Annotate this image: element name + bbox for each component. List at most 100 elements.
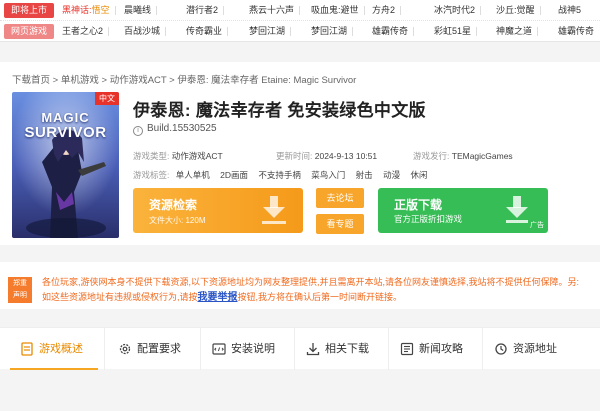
type-label: 游戏类型: xyxy=(133,151,170,161)
top-links-bar: 即将上市 黑神话:悟空 晨曦线 潜行者2 燕云十六声 吸血鬼:避世 方舟2 冰汽… xyxy=(0,0,600,42)
tag-link[interactable]: 动漫 xyxy=(383,170,400,180)
top-link-item[interactable]: 王者之心2 xyxy=(62,21,110,42)
official-download-sub: 官方正版折扣游戏 xyxy=(394,214,463,224)
resource-search-button[interactable]: 资源检索 文件大小: 120M xyxy=(133,188,303,233)
top-link-item[interactable]: 燕云十六声 xyxy=(249,0,301,21)
breadcrumb-separator: > xyxy=(166,75,178,86)
disclaimer-notice: 郑重 声明 各位玩家,游侠网本身不提供下载资源,以下资源地址均为网友整理提供,并… xyxy=(0,262,600,309)
tag-link[interactable]: 休闲 xyxy=(410,170,427,180)
tag-link[interactable]: 单人单机 xyxy=(176,170,210,180)
top-link-item[interactable]: 黑神话:悟空 xyxy=(62,0,116,21)
disclaimer-badge: 郑重 声明 xyxy=(8,277,32,303)
tab-divider xyxy=(482,328,483,370)
tab-resource-links[interactable]: 资源地址 xyxy=(494,328,557,370)
game-cover-image[interactable]: 中文 MAGIC SURVIVOR xyxy=(12,92,119,238)
active-tab-indicator xyxy=(10,368,98,370)
tab-requirements[interactable]: 配置要求 xyxy=(118,328,181,370)
breadcrumb-separator: > xyxy=(98,75,110,86)
code-icon xyxy=(212,343,226,355)
file-size-value: 120M xyxy=(185,216,206,225)
news-icon xyxy=(400,342,414,356)
download-arrow-icon xyxy=(506,196,528,223)
disclaimer-badge-line1: 郑重 xyxy=(13,280,27,287)
update-time: 更新时间: 2024-9-13 10:51 xyxy=(276,150,377,162)
tab-label: 相关下载 xyxy=(325,343,369,355)
tab-related-downloads[interactable]: 相关下载 xyxy=(306,328,369,370)
game-detail-card: 下载首页 > 单机游戏 > 动作游戏ACT > 伊泰恩: 魔法幸存者 Etain… xyxy=(0,62,600,245)
info-icon: i xyxy=(133,126,143,136)
breadcrumb-separator: > xyxy=(50,75,61,86)
tab-label: 资源地址 xyxy=(513,343,557,355)
disclaimer-text-after: 按钮,我方将在确认后第一时间断开链接。 xyxy=(237,292,403,302)
breadcrumb-current: 伊泰恩: 魔法幸存者 Etaine: Magic Survivor xyxy=(177,75,357,86)
game-type: 游戏类型: 动作游戏ACT xyxy=(133,150,223,162)
time-value: 2024-9-13 10:51 xyxy=(314,151,378,161)
top-link-item[interactable]: 彩虹51星 xyxy=(434,21,478,42)
tag-link[interactable]: 射击 xyxy=(356,170,373,180)
top-link-item[interactable]: 传奇霸业 xyxy=(186,21,229,42)
breadcrumb-single-games[interactable]: 单机游戏 xyxy=(61,75,99,86)
forum-button[interactable]: 去论坛 xyxy=(316,188,364,208)
tab-label: 新闻攻略 xyxy=(419,343,463,355)
top-link-item[interactable]: 吸血鬼:避世 xyxy=(311,0,364,21)
cover-title-line2: SURVIVOR xyxy=(24,124,107,141)
webgames-tag[interactable]: 网页游戏 xyxy=(4,24,54,39)
content-tabs: 游戏概述 配置要求 安装说明 相关下载 新闻攻略 资源地址 xyxy=(0,327,600,370)
tab-overview[interactable]: 游戏概述 xyxy=(20,328,83,370)
tab-news-guides[interactable]: 新闻攻略 xyxy=(400,328,463,370)
topic-button[interactable]: 看专题 xyxy=(316,214,364,234)
game-title: 伊泰恩: 魔法幸存者 免安装绿色中文版 xyxy=(133,101,426,120)
report-link[interactable]: 我要举报 xyxy=(198,292,238,303)
cover-title-line1: MAGIC xyxy=(41,110,90,125)
resource-search-label: 资源检索 xyxy=(149,198,198,212)
tag-link[interactable]: 不支持手柄 xyxy=(258,170,301,180)
top-link-item[interactable]: 雄霸传奇 xyxy=(558,21,594,42)
publisher-value: TEMagicGames xyxy=(451,151,513,161)
breadcrumb: 下载首页 > 单机游戏 > 动作游戏ACT > 伊泰恩: 魔法幸存者 Etain… xyxy=(12,72,356,86)
top-link-item[interactable]: 沙丘:觉醒 xyxy=(496,0,540,21)
build-version: i Build.15530525 xyxy=(133,123,217,136)
tab-install-guide[interactable]: 安装说明 xyxy=(212,328,275,370)
tab-label: 安装说明 xyxy=(231,343,275,355)
top-link-item[interactable]: 潜行者2 xyxy=(186,0,225,21)
game-tags: 游戏标签: 单人单机 2D画面 不支持手柄 菜鸟入门 射击 动漫 休闲 xyxy=(133,169,435,181)
top-link-item[interactable]: 梦回江湖 xyxy=(249,21,292,42)
tab-divider xyxy=(200,328,201,370)
top-link-item[interactable]: 战神5 xyxy=(558,0,581,21)
tab-divider xyxy=(388,328,389,370)
download-arrow-icon xyxy=(262,196,286,224)
refresh-icon xyxy=(495,343,507,355)
type-value[interactable]: 动作游戏ACT xyxy=(172,151,223,161)
top-link-item[interactable]: 冰汽时代2 xyxy=(434,0,482,21)
tag-link[interactable]: 2D画面 xyxy=(220,170,248,180)
chinese-badge: 中文 xyxy=(95,92,119,105)
tab-label: 配置要求 xyxy=(137,343,181,355)
top-link-item[interactable]: 方舟2 xyxy=(372,0,402,21)
download-icon xyxy=(306,343,320,356)
top-link-item[interactable]: 梦回江湖 xyxy=(311,21,354,42)
top-link-item[interactable]: 雄霸传奇 xyxy=(372,21,415,42)
file-size: 文件大小: 120M xyxy=(149,215,205,226)
top-link-item[interactable]: 百战沙城 xyxy=(124,21,167,42)
top-links-row-upcoming: 即将上市 黑神话:悟空 晨曦线 潜行者2 燕云十六声 吸血鬼:避世 方舟2 冰汽… xyxy=(0,0,600,21)
gear-icon xyxy=(119,343,131,355)
tag-link[interactable]: 菜鸟入门 xyxy=(311,170,345,180)
breadcrumb-home[interactable]: 下载首页 xyxy=(12,75,50,86)
tab-label: 游戏概述 xyxy=(39,343,83,355)
top-link-item[interactable]: 神魔之道 xyxy=(496,21,539,42)
top-link-item[interactable]: 晨曦线 xyxy=(124,0,158,21)
tab-divider xyxy=(104,328,105,370)
ad-label: 广告 xyxy=(530,222,544,229)
disclaimer-text: 各位玩家,游侠网本身不提供下载资源,以下资源地址均为网友整理提供,并且需离开本站… xyxy=(42,275,582,305)
publisher-label: 游戏发行: xyxy=(413,151,450,161)
official-download-button[interactable]: 正版下载 官方正版折扣游戏 广告 xyxy=(378,188,548,233)
build-text: Build.15530525 xyxy=(147,123,217,134)
tab-divider xyxy=(294,328,295,370)
official-download-label: 正版下载 xyxy=(394,198,443,212)
tags-label: 游戏标签: xyxy=(133,170,170,180)
time-label: 更新时间: xyxy=(276,151,313,161)
upcoming-tag[interactable]: 即将上市 xyxy=(4,3,54,18)
top-links-row-webgames: 网页游戏 王者之心2 百战沙城 传奇霸业 梦回江湖 梦回江湖 雄霸传奇 彩虹51… xyxy=(0,21,600,42)
breadcrumb-action-games[interactable]: 动作游戏ACT xyxy=(110,75,167,86)
file-size-label: 文件大小: xyxy=(149,216,184,225)
